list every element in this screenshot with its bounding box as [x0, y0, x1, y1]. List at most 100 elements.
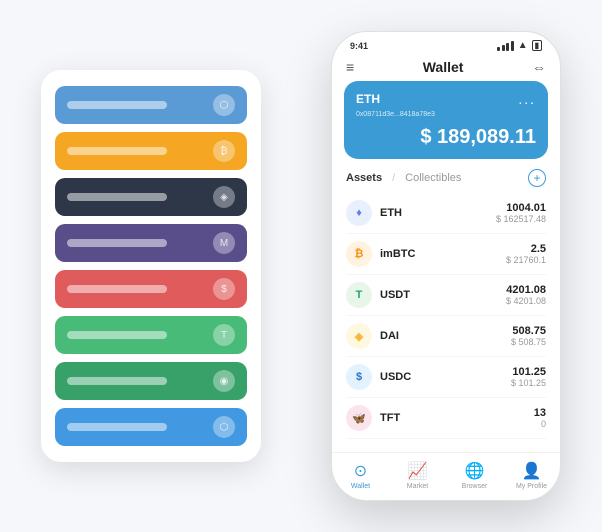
tab-collectibles[interactable]: Collectibles: [405, 172, 461, 184]
card-icon: ◈: [213, 186, 235, 208]
card-icon: ₿: [213, 140, 235, 162]
asset-left: ₿ imBTC: [346, 241, 415, 267]
asset-name: TFT: [380, 412, 400, 424]
signal-icon: [497, 41, 514, 51]
list-item[interactable]: $: [55, 270, 247, 308]
menu-icon[interactable]: ≡: [346, 59, 354, 75]
assets-tabs: Assets / Collectibles: [346, 172, 461, 184]
card-icon: ⬡: [213, 416, 235, 438]
nav-item-market[interactable]: 📈 Market: [389, 461, 446, 490]
nav-label: Wallet: [351, 483, 370, 490]
asset-usd: 0: [534, 419, 546, 429]
wifi-icon: ▲: [518, 40, 528, 51]
asset-icon: $: [346, 364, 372, 390]
card-label-bar: [67, 193, 167, 201]
list-item[interactable]: ◈ DAI 508.75 $ 508.75: [346, 316, 546, 357]
assets-header: Assets / Collectibles +: [332, 169, 560, 193]
card-label-bar: [67, 377, 167, 385]
list-item[interactable]: $ USDC 101.25 $ 101.25: [346, 357, 546, 398]
asset-icon: ₿: [346, 241, 372, 267]
nav-icon: ⊙: [354, 461, 367, 481]
add-asset-button[interactable]: +: [528, 169, 546, 187]
list-item[interactable]: 🦋 TFT 13 0: [346, 398, 546, 439]
scene: ⬡ ₿ ◈ M $ T ◉ ⬡: [21, 21, 581, 511]
card-icon: $: [213, 278, 235, 300]
asset-name: USDC: [380, 371, 411, 383]
card-icon: T: [213, 324, 235, 346]
asset-usd: $ 508.75: [511, 337, 546, 347]
asset-name: ETH: [380, 207, 402, 219]
list-item[interactable]: ◉: [55, 362, 247, 400]
nav-item-wallet[interactable]: ⊙ Wallet: [332, 461, 389, 490]
nav-item-my-profile[interactable]: 👤 My Profile: [503, 461, 560, 490]
asset-amount: 1004.01: [496, 202, 546, 214]
asset-amount: 4201.08: [506, 284, 546, 296]
nav-item-browser[interactable]: 🌐 Browser: [446, 461, 503, 490]
list-item[interactable]: ₿ imBTC 2.5 $ 21760.1: [346, 234, 546, 275]
list-item[interactable]: ⬡: [55, 86, 247, 124]
page-title: Wallet: [423, 59, 464, 75]
asset-left: $ USDC: [346, 364, 411, 390]
asset-right: 1004.01 $ 162517.48: [496, 202, 546, 224]
asset-right: 4201.08 $ 4201.08: [506, 284, 546, 306]
asset-amount: 508.75: [511, 325, 546, 337]
asset-usd: $ 21760.1: [506, 255, 546, 265]
asset-amount: 101.25: [511, 366, 546, 378]
nav-label: Browser: [462, 483, 488, 490]
asset-left: ◈ DAI: [346, 323, 399, 349]
list-item[interactable]: ⬡: [55, 408, 247, 446]
list-item[interactable]: ♦ ETH 1004.01 $ 162517.48: [346, 193, 546, 234]
card-label-bar: [67, 101, 167, 109]
nav-icon: 🌐: [465, 461, 485, 481]
asset-usd: $ 162517.48: [496, 214, 546, 224]
status-time: 9:41: [350, 41, 368, 51]
list-item[interactable]: M: [55, 224, 247, 262]
asset-amount: 2.5: [506, 243, 546, 255]
card-icon: M: [213, 232, 235, 254]
list-item[interactable]: T: [55, 316, 247, 354]
phone-header: ≡ Wallet ⇔: [332, 55, 560, 81]
nav-label: Market: [407, 483, 428, 490]
status-icons: ▲ ▮: [497, 40, 542, 51]
asset-name: DAI: [380, 330, 399, 342]
card-icon: ⬡: [213, 94, 235, 116]
asset-list: ♦ ETH 1004.01 $ 162517.48 ₿ imBTC 2.5 $ …: [332, 193, 560, 452]
asset-left: 🦋 TFT: [346, 405, 400, 431]
card-panel: ⬡ ₿ ◈ M $ T ◉ ⬡: [41, 70, 261, 462]
card-icon: ◉: [213, 370, 235, 392]
nav-label: My Profile: [516, 483, 547, 490]
asset-icon: 🦋: [346, 405, 372, 431]
asset-right: 2.5 $ 21760.1: [506, 243, 546, 265]
card-label-bar: [67, 423, 167, 431]
eth-card-label: ETH: [356, 92, 380, 106]
status-bar: 9:41 ▲ ▮: [332, 32, 560, 55]
asset-icon: ◈: [346, 323, 372, 349]
phone: 9:41 ▲ ▮ ≡ Wallet ⇔ ETH ...: [331, 31, 561, 501]
asset-right: 508.75 $ 508.75: [511, 325, 546, 347]
eth-address: 0x08711d3e...8418a78e3: [356, 111, 536, 118]
asset-usd: $ 101.25: [511, 378, 546, 388]
asset-icon: ♦: [346, 200, 372, 226]
tab-assets[interactable]: Assets: [346, 172, 382, 184]
list-item[interactable]: ₿: [55, 132, 247, 170]
asset-right: 101.25 $ 101.25: [511, 366, 546, 388]
eth-card[interactable]: ETH ... 0x08711d3e...8418a78e3 $ 189,089…: [344, 81, 548, 159]
asset-name: imBTC: [380, 248, 415, 260]
asset-right: 13 0: [534, 407, 546, 429]
asset-left: T USDT: [346, 282, 410, 308]
asset-left: ♦ ETH: [346, 200, 402, 226]
eth-balance: $ 189,089.11: [356, 126, 536, 149]
battery-icon: ▮: [532, 40, 542, 51]
eth-card-header: ETH ...: [356, 91, 536, 107]
list-item[interactable]: T USDT 4201.08 $ 4201.08: [346, 275, 546, 316]
asset-usd: $ 4201.08: [506, 296, 546, 306]
tab-divider: /: [392, 172, 395, 184]
list-item[interactable]: ◈: [55, 178, 247, 216]
card-label-bar: [67, 147, 167, 155]
expand-icon[interactable]: ⇔: [532, 59, 546, 75]
card-label-bar: [67, 331, 167, 339]
asset-icon: T: [346, 282, 372, 308]
eth-card-menu[interactable]: ...: [518, 91, 536, 107]
card-label-bar: [67, 285, 167, 293]
asset-amount: 13: [534, 407, 546, 419]
